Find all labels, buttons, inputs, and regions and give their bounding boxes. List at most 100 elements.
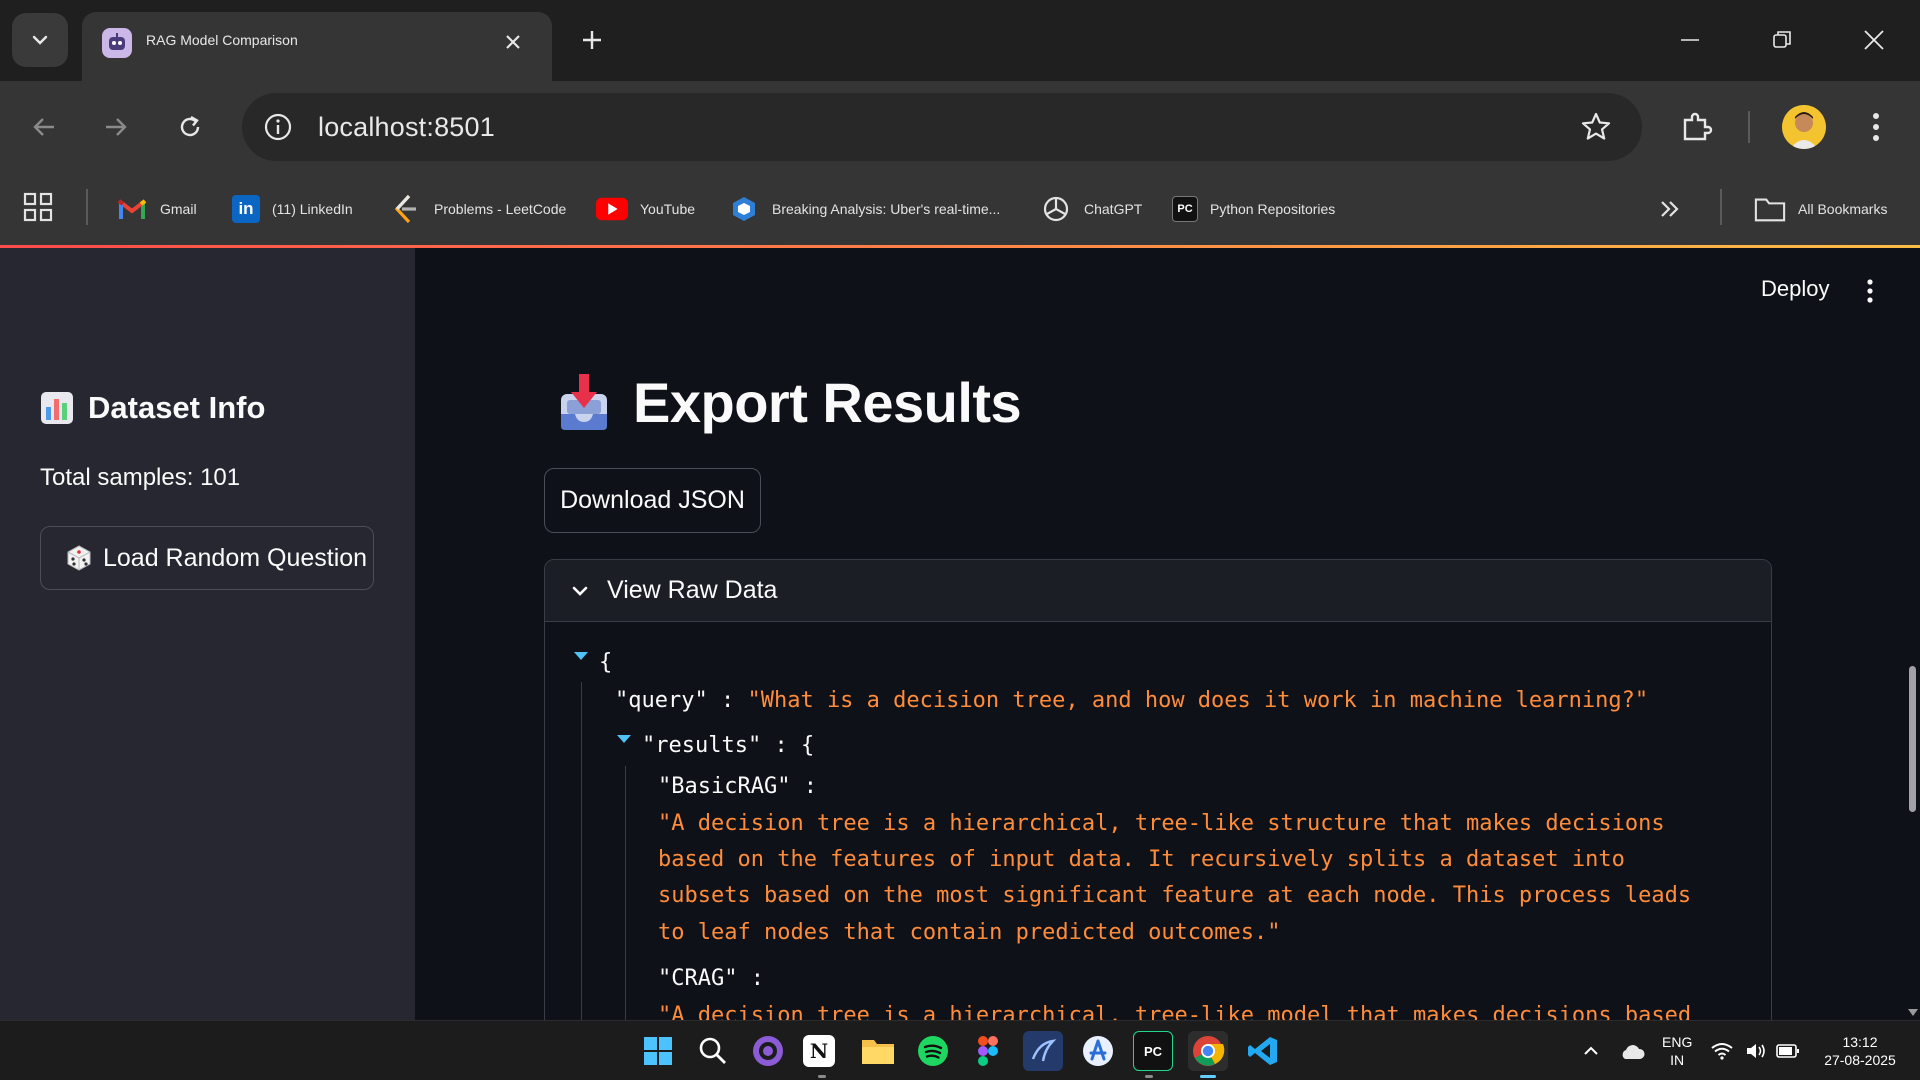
avatar-icon bbox=[1782, 105, 1826, 149]
leetcode-icon bbox=[390, 193, 422, 225]
browser-menu-button[interactable] bbox=[1858, 105, 1894, 149]
clock-date: 27-08-2025 bbox=[1824, 1052, 1896, 1068]
json-query-line: "query" : "What is a decision tree, and … bbox=[615, 688, 1648, 713]
bookmark-label: Python Repositories bbox=[1210, 201, 1336, 217]
search-icon[interactable] bbox=[693, 1031, 733, 1071]
bookmark-label: Gmail bbox=[160, 201, 197, 217]
bookmark-article[interactable]: Breaking Analysis: Uber's real-time... bbox=[728, 191, 1000, 227]
onedrive-cloud-icon[interactable] bbox=[1614, 1031, 1650, 1071]
site-info-icon[interactable] bbox=[260, 109, 296, 145]
close-window-button[interactable] bbox=[1852, 18, 1896, 62]
more-vertical-icon bbox=[1873, 113, 1879, 141]
tray-chevron-up-icon[interactable] bbox=[1574, 1031, 1608, 1071]
forward-button[interactable] bbox=[94, 105, 138, 149]
bookmark-label: YouTube bbox=[640, 201, 696, 217]
extensions-button[interactable] bbox=[1672, 103, 1720, 151]
scrollbar-thumb[interactable] bbox=[1909, 666, 1916, 812]
bookmark-gmail[interactable]: Gmail bbox=[116, 191, 197, 227]
taskbar-running-indicator bbox=[1145, 1075, 1153, 1078]
volume-icon[interactable] bbox=[1740, 1031, 1772, 1071]
restore-icon bbox=[1773, 31, 1791, 48]
gmail-icon bbox=[116, 193, 148, 225]
load-random-question-button[interactable]: Load Random Question bbox=[40, 526, 374, 590]
chevron-down-icon bbox=[32, 35, 48, 45]
json-indent-guide bbox=[581, 682, 582, 1020]
star-icon bbox=[1581, 112, 1611, 140]
youtube-icon bbox=[596, 193, 628, 225]
deploy-button[interactable]: Deploy bbox=[1761, 276, 1829, 302]
json-results-line: "results" : { bbox=[642, 733, 814, 758]
bookmark-chatgpt[interactable]: ChatGPT bbox=[1040, 191, 1142, 227]
toolbar-separator bbox=[1748, 111, 1750, 143]
json-viewer: { "query" : "What is a decision tree, an… bbox=[545, 622, 1771, 1020]
windows-start-icon[interactable] bbox=[638, 1031, 678, 1071]
app-main-menu-button[interactable] bbox=[1855, 272, 1885, 310]
language-code: ENG bbox=[1662, 1034, 1693, 1050]
tab-close-button[interactable] bbox=[498, 27, 528, 57]
bookmark-linkedin[interactable]: in (11) LinkedIn bbox=[232, 191, 353, 227]
json-value-basicrag-line: "A decision tree is a hierarchical, tree… bbox=[658, 811, 1665, 836]
taskbar-active-indicator bbox=[1200, 1075, 1216, 1078]
bookmark-youtube[interactable]: YouTube bbox=[596, 191, 695, 227]
address-bar[interactable]: localhost:8501 bbox=[242, 93, 1642, 161]
browser-tab-active[interactable]: RAG Model Comparison bbox=[82, 12, 552, 81]
json-collapse-toggle[interactable] bbox=[574, 652, 588, 660]
sidebar-heading: Dataset Info bbox=[40, 390, 265, 426]
file-explorer-icon[interactable] bbox=[858, 1031, 898, 1071]
download-json-button[interactable]: Download JSON bbox=[544, 468, 761, 533]
region-code: IN bbox=[1670, 1052, 1685, 1068]
chatgpt-icon bbox=[1040, 193, 1072, 225]
close-icon bbox=[1864, 30, 1884, 50]
json-collapse-toggle[interactable] bbox=[617, 735, 631, 743]
minimize-button[interactable] bbox=[1668, 18, 1712, 62]
clock[interactable]: 13:12 27-08-2025 bbox=[1818, 1033, 1902, 1069]
bookmark-star-button[interactable] bbox=[1578, 109, 1614, 145]
puzzle-icon bbox=[1683, 112, 1713, 141]
pycharm-icon: PC bbox=[1172, 196, 1198, 222]
pycharm-icon[interactable]: PC bbox=[1133, 1031, 1173, 1071]
bookmark-leetcode[interactable]: Problems - LeetCode bbox=[390, 191, 566, 227]
back-button[interactable] bbox=[22, 105, 66, 149]
bookmarks-bar: Gmail in (11) LinkedIn Problems - LeetCo… bbox=[0, 173, 1920, 245]
page-scrollbar[interactable] bbox=[1906, 248, 1920, 1020]
browser-toolbar: localhost:8501 bbox=[0, 81, 1920, 173]
new-tab-button[interactable] bbox=[574, 22, 610, 58]
expander-label: View Raw Data bbox=[607, 576, 778, 604]
mysql-workbench-icon[interactable] bbox=[1023, 1031, 1063, 1071]
figma-icon[interactable] bbox=[968, 1031, 1008, 1071]
notion-icon[interactable]: N bbox=[803, 1035, 835, 1067]
raw-data-expander-header[interactable]: View Raw Data bbox=[545, 560, 1771, 622]
page-title-text: Export Results bbox=[633, 371, 1022, 434]
wifi-icon[interactable] bbox=[1706, 1031, 1738, 1071]
inbox-tray-icon bbox=[561, 373, 607, 430]
app-store-icon[interactable] bbox=[1078, 1031, 1118, 1071]
all-bookmarks-folder[interactable]: All Bookmarks bbox=[1754, 191, 1887, 227]
clock-time: 13:12 bbox=[1842, 1034, 1878, 1050]
json-indent-guide bbox=[625, 766, 626, 1020]
json-key-query: "query" bbox=[615, 688, 708, 713]
url-text[interactable]: localhost:8501 bbox=[318, 112, 495, 143]
github-desktop-icon[interactable] bbox=[748, 1031, 788, 1071]
chevron-down-icon bbox=[572, 586, 588, 596]
json-value-basicrag-line: subsets based on the most significant fe… bbox=[658, 883, 1692, 908]
vscode-icon[interactable] bbox=[1243, 1031, 1283, 1071]
scroll-down-arrow-icon[interactable] bbox=[1908, 1009, 1918, 1016]
bookmarks-separator bbox=[86, 189, 88, 225]
json-key-basicrag: "BasicRAG" : bbox=[658, 774, 817, 799]
chrome-icon[interactable] bbox=[1188, 1031, 1228, 1071]
spotify-icon[interactable] bbox=[913, 1031, 953, 1071]
restore-button[interactable] bbox=[1760, 18, 1804, 62]
sidebar: Dataset Info Total samples: 101 Load Ran… bbox=[0, 248, 415, 1020]
tab-search-button[interactable] bbox=[12, 13, 68, 67]
bookmark-python-repos[interactable]: PC Python Repositories bbox=[1172, 191, 1335, 227]
bookmarks-overflow-button[interactable] bbox=[1658, 191, 1682, 227]
language-indicator[interactable]: ENG IN bbox=[1662, 1033, 1692, 1069]
reload-button[interactable] bbox=[168, 105, 212, 149]
load-random-question-label: Load Random Question bbox=[103, 543, 368, 572]
bookmark-label: ChatGPT bbox=[1084, 201, 1143, 217]
battery-icon[interactable] bbox=[1772, 1031, 1804, 1071]
json-value-basicrag-line: based on the features of input data. It … bbox=[658, 847, 1625, 872]
tab-title: RAG Model Comparison bbox=[146, 32, 298, 48]
apps-grid-icon[interactable] bbox=[22, 191, 58, 227]
profile-avatar[interactable] bbox=[1782, 105, 1826, 149]
